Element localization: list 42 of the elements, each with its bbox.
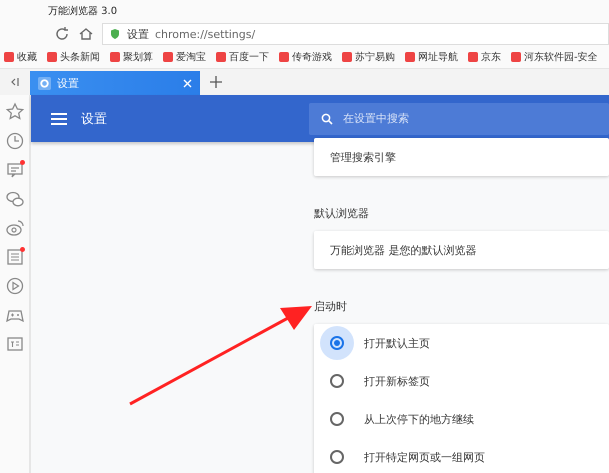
close-icon[interactable] <box>183 78 192 88</box>
play-icon[interactable] <box>4 276 24 296</box>
radio-option[interactable]: 从上次停下的地方继续 <box>314 400 609 438</box>
weibo-icon[interactable] <box>4 218 24 238</box>
settings-row[interactable]: 管理搜索引擎 <box>314 138 609 176</box>
section-heading: 启动时 <box>314 299 348 314</box>
bookmark[interactable]: 聚划算 <box>110 50 153 64</box>
search-icon <box>321 112 333 124</box>
option-label: 打开特定网页或一组网页 <box>364 450 485 464</box>
radio-option[interactable]: 打开默认主页 <box>314 324 609 362</box>
bookmark[interactable]: 网址导航 <box>405 50 458 64</box>
window-title: 万能浏览器 3.0 <box>48 4 118 18</box>
radio-option[interactable]: 打开特定网页或一组网页 <box>314 438 609 473</box>
settings-row[interactable]: 万能浏览器 是您的默认浏览器 <box>314 231 609 269</box>
bookmark[interactable]: 百度一下 <box>216 50 269 64</box>
bookmark[interactable]: 京东 <box>468 50 501 64</box>
bookmark[interactable]: 头条新闻 <box>47 50 100 64</box>
radio-option[interactable]: 打开新标签页 <box>314 362 609 400</box>
star-icon[interactable] <box>4 102 24 122</box>
shield-icon <box>109 28 121 40</box>
page-label: 设置 <box>127 26 149 42</box>
home-icon[interactable] <box>78 26 94 42</box>
radio-button[interactable] <box>320 326 354 360</box>
bookmark[interactable]: 收藏 <box>4 50 37 64</box>
menu-icon[interactable] <box>51 112 67 126</box>
settings-title: 设置 <box>81 110 108 128</box>
taobao-icon[interactable] <box>4 247 24 267</box>
option-label: 打开新标签页 <box>364 374 430 388</box>
address-bar[interactable]: 设置 chrome://settings/ <box>102 23 609 45</box>
option-label: 打开默认主页 <box>364 336 430 350</box>
chat-icon[interactable] <box>4 189 24 209</box>
bookmark[interactable]: 传奇游戏 <box>279 50 332 64</box>
bookmark[interactable]: 苏宁易购 <box>342 50 395 64</box>
option-label: 从上次停下的地方继续 <box>364 412 474 426</box>
reload-icon[interactable] <box>54 26 70 42</box>
clock-icon[interactable] <box>4 131 24 151</box>
gear-icon <box>38 76 51 90</box>
bookmark[interactable]: 河东软件园-安全 <box>511 50 598 64</box>
url-text: chrome://settings/ <box>155 28 256 40</box>
bookmark[interactable]: 爱淘宝 <box>163 50 206 64</box>
section-heading: 默认浏览器 <box>314 206 370 221</box>
news-icon[interactable] <box>4 160 24 180</box>
